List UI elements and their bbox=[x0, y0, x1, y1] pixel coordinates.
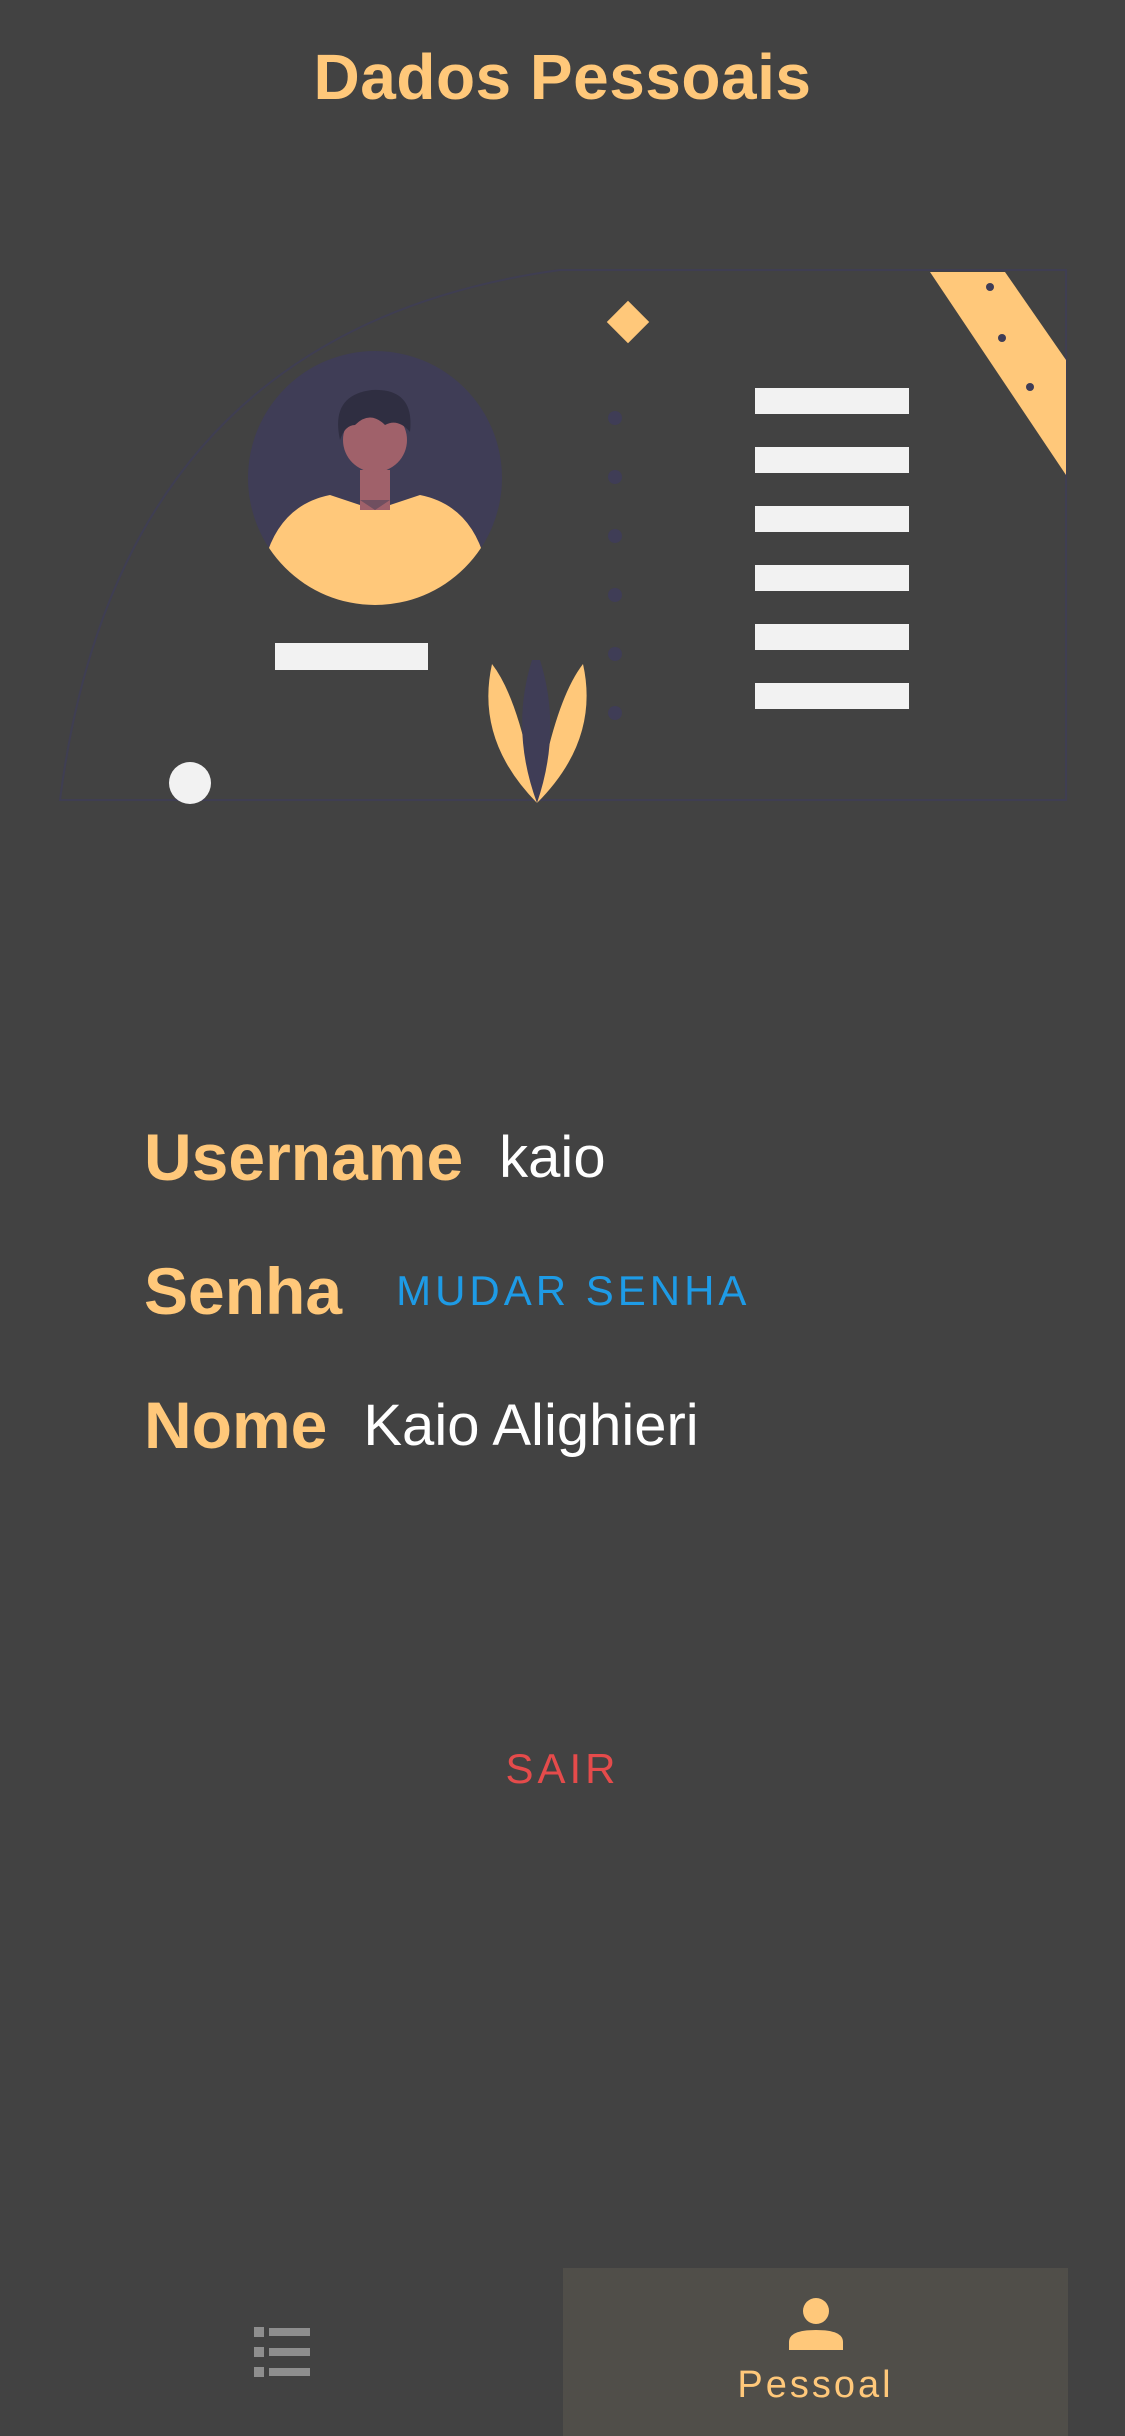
password-row: Senha MUDAR SENHA bbox=[144, 1224, 1044, 1358]
person-icon bbox=[788, 2297, 843, 2350]
change-password-button[interactable]: MUDAR SENHA bbox=[396, 1267, 750, 1315]
username-label: Username bbox=[144, 1120, 464, 1194]
username-value: kaio bbox=[499, 1124, 606, 1190]
name-value: Kaio Alighieri bbox=[363, 1392, 699, 1458]
password-label: Senha bbox=[144, 1254, 343, 1328]
username-row: Username kaio bbox=[144, 1090, 1044, 1224]
profile-card-illustration bbox=[58, 269, 1067, 804]
name-row: Nome Kaio Alighieri bbox=[144, 1358, 1044, 1492]
logout-button[interactable]: SAIR bbox=[0, 1745, 1125, 1793]
name-label: Nome bbox=[144, 1388, 328, 1462]
tab-pessoal[interactable]: Pessoal bbox=[563, 2268, 1068, 2436]
profile-info: Username kaio Senha MUDAR SENHA Nome Kai… bbox=[144, 1090, 1044, 1492]
bottom-navigation: Pessoal bbox=[0, 2268, 1125, 2436]
list-icon bbox=[253, 2327, 310, 2377]
page-title: Dados Pessoais bbox=[313, 41, 812, 113]
tab-pessoal-label: Pessoal bbox=[737, 2363, 894, 2406]
tab-list[interactable] bbox=[0, 2268, 563, 2436]
